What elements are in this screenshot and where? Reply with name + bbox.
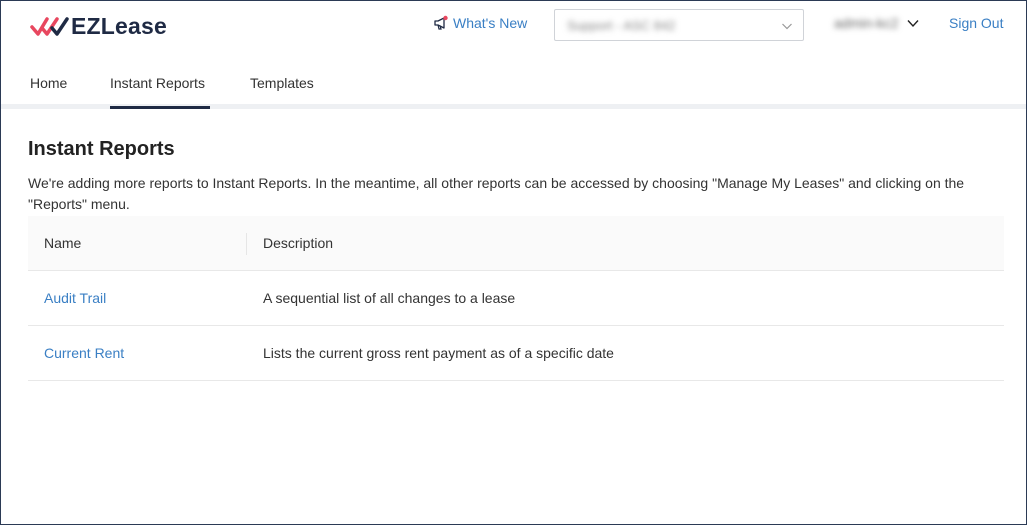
user-name: admin-kc2 [834,15,899,31]
column-header-description[interactable]: Description [263,235,333,251]
main-nav: Home Instant Reports Templates [1,59,1026,109]
column-header-name[interactable]: Name [44,235,81,251]
chevron-down-icon [782,23,792,30]
tab-home[interactable]: Home [30,75,67,91]
active-tab-indicator [110,106,210,109]
whats-new-link[interactable]: What's New [433,15,527,31]
sign-out-link[interactable]: Sign Out [949,15,1003,31]
logo-text: EZLease [71,12,168,39]
report-link-current-rent[interactable]: Current Rent [44,345,124,361]
report-description: A sequential list of all changes to a le… [263,290,516,306]
whats-new-label: What's New [453,15,528,31]
tab-templates[interactable]: Templates [250,75,314,91]
chevron-down-icon [907,20,919,28]
table-header: Name Description [28,216,1004,271]
report-description: Lists the current gross rent payment as … [263,345,614,361]
ezlease-logo[interactable]: EZLease [30,13,167,39]
megaphone-icon [434,15,448,30]
user-menu[interactable]: admin-kc2 [834,15,919,31]
account-select-value: Support - ASC 842 [567,17,676,33]
page-title: Instant Reports [28,138,175,160]
table-row: Audit Trail A sequential list of all cha… [28,271,1004,326]
tab-instant-reports[interactable]: Instant Reports [110,75,205,91]
account-select[interactable]: Support - ASC 842 [554,9,804,41]
table-row: Current Rent Lists the current gross ren… [28,326,1004,381]
report-link-audit-trail[interactable]: Audit Trail [44,290,106,306]
intro-text: We're adding more reports to Instant Rep… [28,175,965,212]
top-header: EZLease What's New Support - ASC 842 adm… [1,1,1026,51]
logo-check-icon [30,17,69,36]
column-divider [246,233,247,255]
app-window: EZLease What's New Support - ASC 842 adm… [0,0,1027,525]
reports-table: Name Description Audit Trail A sequentia… [28,216,1004,381]
